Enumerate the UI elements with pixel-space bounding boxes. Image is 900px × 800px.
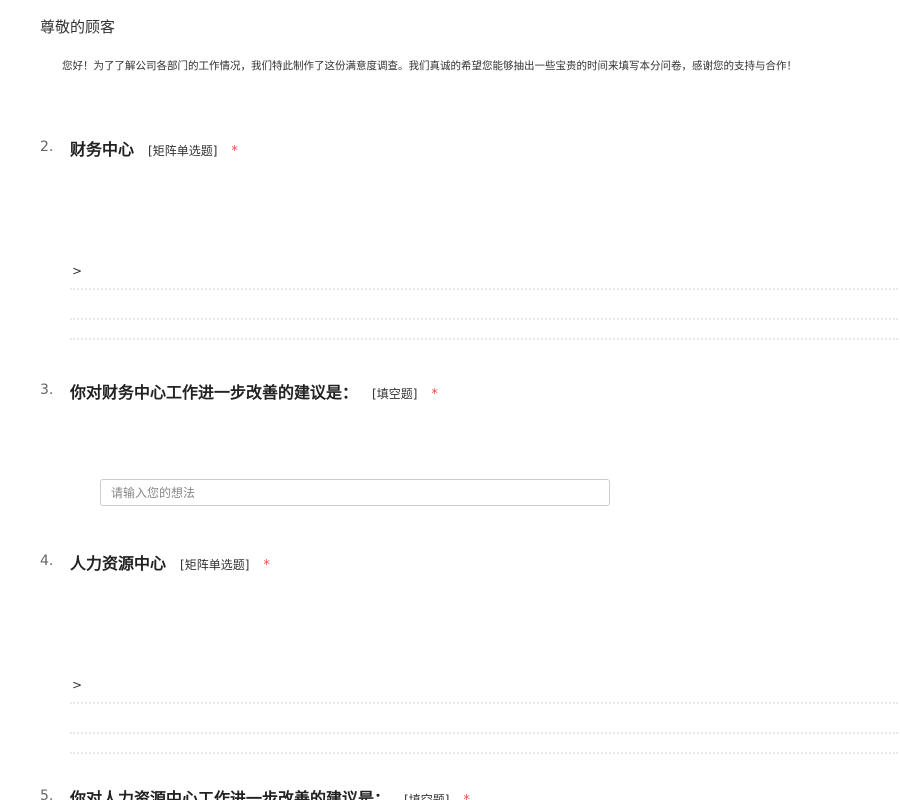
question-title-text: 你对财务中心工作进一步改善的建议是： [70, 383, 359, 402]
question-type: [矩阵单选题] [148, 144, 218, 158]
survey-page: 尊敬的顾客 您好！为了了解公司各部门的工作情况，我们特此制作了这份满意度调查。我… [0, 0, 900, 800]
question-4-header: 4. 人力资源中心 [矩阵单选题] * [40, 550, 900, 574]
question-title: 你对财务中心工作进一步改善的建议是： [填空题] * [70, 379, 438, 403]
question-title: 人力资源中心 [矩阵单选题] * [70, 550, 270, 574]
matrix-row-divider [70, 318, 898, 320]
question-title: 你对人力资源中心工作进一步改善的建议是： [填空题] * [70, 785, 470, 800]
required-marker: * [231, 144, 238, 159]
question-3-header: 3. 你对财务中心工作进一步改善的建议是： [填空题] * [40, 379, 900, 403]
matrix-expand-toggle[interactable]: > [72, 264, 82, 278]
matrix-row-divider [70, 702, 898, 704]
matrix-row-divider [70, 732, 898, 734]
question-type: [矩阵单选题] [180, 558, 250, 572]
survey-intro: 您好！为了了解公司各部门的工作情况，我们特此制作了这份满意度调查。我们真诚的希望… [62, 60, 797, 72]
matrix-expand-toggle[interactable]: > [72, 678, 82, 692]
matrix-row-divider [70, 288, 898, 290]
question-number: 4. [40, 553, 54, 569]
question-title-text: 你对人力资源中心工作进一步改善的建议是： [70, 789, 391, 800]
matrix-row-divider [70, 752, 898, 754]
question-number: 5. [40, 788, 54, 800]
required-marker: * [263, 558, 270, 573]
greeting: 尊敬的顾客 [40, 18, 116, 36]
suggestion-input-finance[interactable] [100, 479, 610, 506]
question-number: 2. [40, 139, 54, 155]
question-2-header: 2. 财务中心 [矩阵单选题] * [40, 136, 900, 160]
question-number: 3. [40, 382, 54, 398]
question-type: [填空题] [372, 387, 418, 401]
question-type: [填空题] [404, 793, 450, 800]
question-title-text: 财务中心 [70, 140, 135, 159]
question-5-header: 5. 你对人力资源中心工作进一步改善的建议是： [填空题] * [40, 785, 900, 800]
required-marker: * [463, 793, 470, 800]
question-title-text: 人力资源中心 [70, 554, 167, 573]
question-title: 财务中心 [矩阵单选题] * [70, 136, 238, 160]
matrix-row-divider [70, 338, 898, 340]
required-marker: * [431, 387, 438, 402]
